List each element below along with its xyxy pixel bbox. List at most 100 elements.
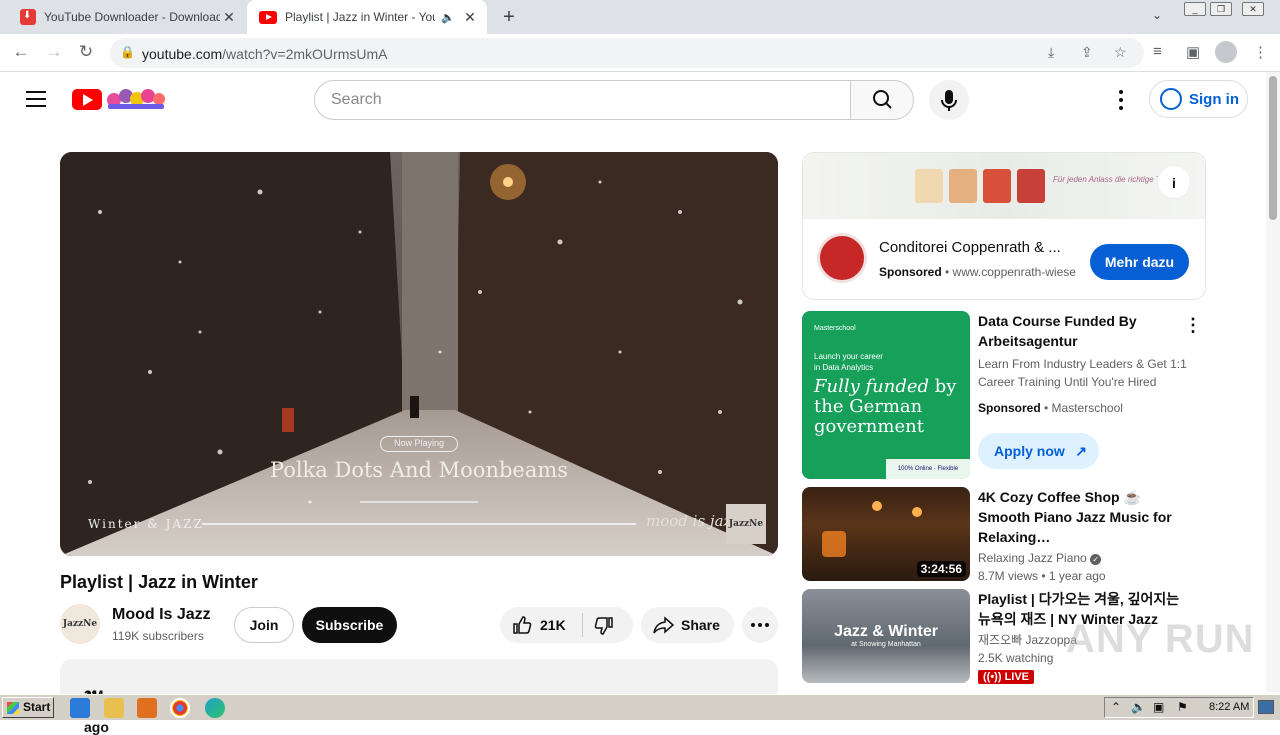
sponsored-video-item[interactable]: Masterschool Launch your career in Data A…: [802, 311, 1206, 479]
mehr-dazu-button[interactable]: Mehr dazu: [1090, 244, 1189, 280]
apply-now-button[interactable]: Apply now ↗: [978, 433, 1099, 469]
channel-name[interactable]: Relaxing Jazz Piano ✓: [978, 549, 1188, 567]
show-desktop-icon[interactable]: [1258, 700, 1274, 714]
thumb-subtitle: at Snowing Manhattan: [851, 641, 921, 648]
ad-banner-image[interactable]: Für jeden Anlass die richtige Torte i: [803, 153, 1205, 219]
media-control-icon[interactable]: ≡: [1153, 43, 1162, 60]
new-tab-button[interactable]: +: [498, 6, 520, 29]
scrollbar-thumb[interactable]: [1269, 76, 1277, 220]
chrome-menu-icon[interactable]: ⋮: [1253, 43, 1268, 61]
tab-title: Playlist | Jazz in Winter - YouTub: [285, 10, 435, 24]
tab-search-icon[interactable]: ⌄: [1152, 8, 1162, 22]
promo-headline: Fully funded by the German government: [814, 376, 957, 437]
microphone-icon: [941, 90, 957, 111]
related-video-item[interactable]: 3:24:56 4K Cozy Coffee Shop ☕ Smooth Pia…: [802, 487, 1206, 583]
sponsored-ad-card[interactable]: Für jeden Anlass die richtige Torte i Co…: [802, 152, 1206, 300]
promo-thumbnail[interactable]: Masterschool Launch your career in Data A…: [802, 311, 970, 479]
restore-button[interactable]: ❐: [1210, 2, 1232, 16]
video-thumbnail[interactable]: Jazz & Winter at Snowing Manhattan: [802, 589, 970, 683]
url-text: youtube.com/watch?v=2mkOUrmsUmA: [142, 46, 388, 62]
youtube-logo[interactable]: [72, 89, 102, 110]
back-arrow-icon[interactable]: ←: [10, 42, 32, 62]
promo-kebab-icon[interactable]: ⋮: [1184, 315, 1202, 336]
video-player[interactable]: Now Playing Polka Dots And Moonbeams Win…: [60, 152, 778, 556]
lock-icon[interactable]: 🔒: [120, 45, 135, 59]
user-circle-icon: [1160, 88, 1182, 110]
system-clock[interactable]: 8:22 AM: [1209, 701, 1249, 713]
like-count[interactable]: 21K: [540, 617, 566, 633]
video-frame-image: [60, 152, 778, 556]
ad-banner-slogan: Für jeden Anlass die richtige Torte: [1053, 175, 1174, 184]
sign-in-button[interactable]: Sign in: [1149, 80, 1248, 118]
video-text: 4K Cozy Coffee Shop ☕ Smooth Piano Jazz …: [978, 487, 1188, 585]
holiday-doodle-icon[interactable]: [106, 86, 166, 110]
promo-subhead: Launch your career in Data Analytics: [814, 352, 883, 372]
settings-kebab-icon[interactable]: [1118, 90, 1124, 110]
ie-icon[interactable]: [70, 698, 90, 718]
thumb-title: Jazz & Winter: [834, 623, 938, 640]
promo-title[interactable]: Data Course Funded By Arbeitsagentur: [978, 311, 1188, 351]
forward-arrow-icon[interactable]: →: [43, 42, 65, 62]
views-and-age: 2M views 11 months ago: [84, 687, 135, 735]
subscribe-button[interactable]: Subscribe: [302, 607, 397, 643]
share-page-icon[interactable]: ⇪: [1081, 44, 1093, 61]
search-button[interactable]: [850, 80, 914, 120]
speaker-icon[interactable]: 🔈: [441, 11, 455, 24]
voice-search-button[interactable]: [929, 80, 969, 120]
product-image: [949, 169, 977, 203]
tab-close-icon[interactable]: ✕: [220, 9, 238, 26]
subscriber-count: 119K subscribers: [112, 629, 204, 643]
page-scrollbar[interactable]: [1266, 72, 1280, 692]
tab-close-icon[interactable]: ✕: [461, 9, 479, 26]
sign-in-label: Sign in: [1189, 90, 1239, 108]
live-badge: ((•)) LIVE: [978, 670, 1035, 684]
fireplace-image: [822, 531, 846, 557]
search-input[interactable]: Search: [314, 80, 851, 120]
reload-icon[interactable]: ↻: [75, 42, 97, 62]
menu-hamburger-icon[interactable]: [26, 91, 46, 107]
description-box[interactable]: 2M views 11 months ago: [60, 659, 778, 735]
close-window-button[interactable]: ✕: [1242, 2, 1264, 16]
more-horizontal-icon: [751, 623, 769, 627]
minimize-button[interactable]: _: [1184, 2, 1206, 16]
ad-title[interactable]: Conditorei Coppenrath & ...: [879, 239, 1061, 256]
video-title[interactable]: 4K Cozy Coffee Shop ☕ Smooth Piano Jazz …: [978, 487, 1188, 547]
browser-tab-strip: YouTube Downloader - Download Yo ✕ Playl…: [0, 0, 1280, 34]
install-app-icon[interactable]: ⤓: [1048, 44, 1054, 61]
show-hidden-icon[interactable]: ⌃: [1111, 700, 1121, 714]
tab-title: YouTube Downloader - Download Yo: [44, 10, 220, 24]
thumbs-up-icon[interactable]: [512, 615, 532, 635]
advertiser-logo[interactable]: [817, 233, 867, 283]
search-icon: [873, 90, 892, 109]
address-bar[interactable]: 🔒 youtube.com/watch?v=2mkOUrmsUmA ⤓ ⇪ ☆: [110, 38, 1144, 68]
side-panel-icon[interactable]: ▣: [1186, 43, 1200, 61]
channel-avatar[interactable]: JazzNe: [60, 604, 100, 644]
promo-badge: 100% Online · Flexible: [886, 459, 970, 479]
network-icon[interactable]: ▣: [1153, 700, 1164, 714]
channel-watermark[interactable]: JazzNe: [726, 504, 766, 544]
bookmark-star-icon[interactable]: ☆: [1114, 44, 1127, 61]
share-button[interactable]: Share: [641, 607, 734, 643]
volume-icon[interactable]: 🔈: [1131, 700, 1146, 714]
lamp-image: [912, 507, 922, 517]
profile-avatar[interactable]: [1215, 41, 1237, 63]
now-playing-label: Now Playing: [380, 436, 458, 452]
ad-info-icon[interactable]: i: [1157, 165, 1191, 199]
edge-icon[interactable]: [205, 698, 225, 718]
flag-icon[interactable]: ⚑: [1177, 700, 1188, 714]
lamp-image: [872, 501, 882, 511]
start-button[interactable]: Start: [2, 697, 54, 718]
like-dislike-group: 21K: [500, 607, 633, 643]
tab-playlist-jazz[interactable]: Playlist | Jazz in Winter - YouTub 🔈 ✕: [247, 0, 487, 34]
anyrun-watermark: ANY RUN: [1066, 617, 1255, 661]
video-thumbnail[interactable]: 3:24:56: [802, 487, 970, 581]
folder-icon[interactable]: [104, 698, 124, 718]
chrome-icon[interactable]: [170, 698, 190, 718]
media-player-icon[interactable]: [137, 698, 157, 718]
thumbs-down-icon[interactable]: [594, 616, 614, 636]
song-title-overlay: Polka Dots And Moonbeams: [269, 458, 569, 482]
channel-name[interactable]: Mood Is Jazz: [112, 606, 211, 624]
join-button[interactable]: Join: [234, 607, 294, 643]
more-actions-button[interactable]: [742, 607, 778, 643]
tab-youtube-downloader[interactable]: YouTube Downloader - Download Yo ✕: [8, 0, 246, 34]
